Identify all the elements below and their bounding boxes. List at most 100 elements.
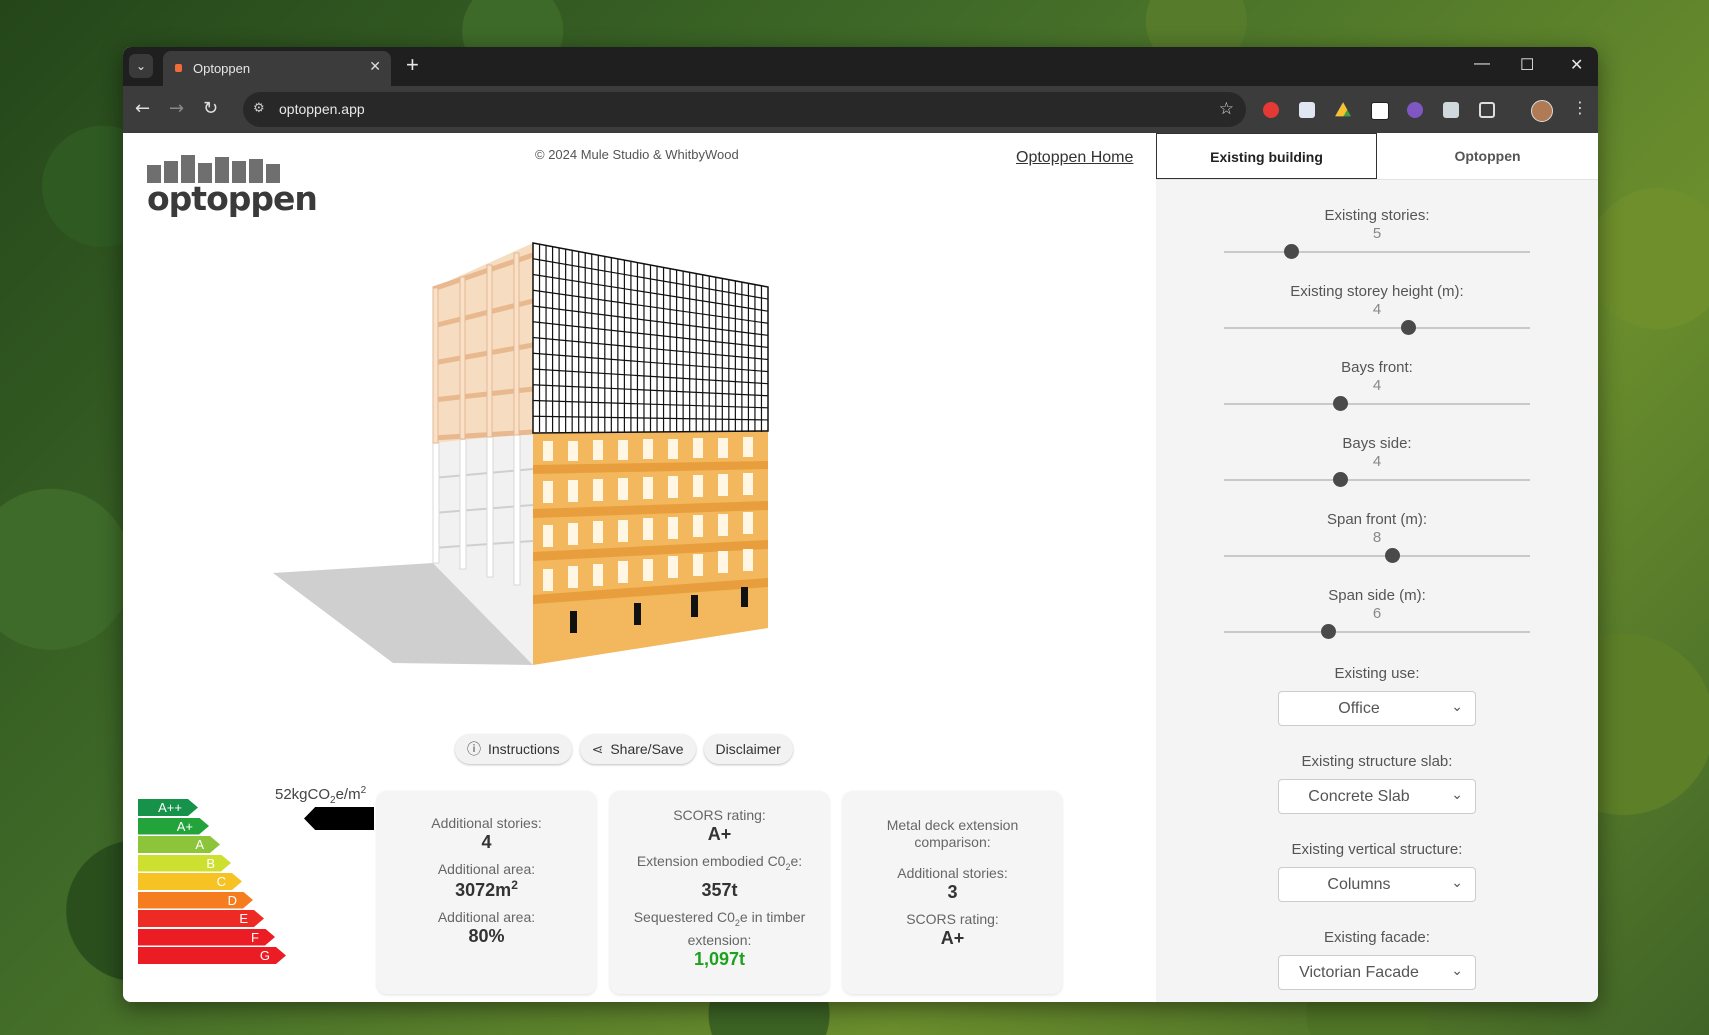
close-window-icon[interactable]: ✕ — [1570, 55, 1583, 75]
embodied-label: Extension embodied C02e: — [636, 853, 803, 872]
rating-bar-label: D — [227, 892, 237, 908]
scors-rating-value: A+ — [707, 824, 732, 844]
rating-bar-label: G — [259, 948, 270, 963]
rating-bar-label: C — [216, 874, 226, 889]
rating-bar: B — [138, 855, 231, 872]
select-control: Existing vertical structure: Columns ⌄ — [1156, 841, 1598, 902]
slider-value: 4 — [1372, 453, 1382, 470]
select-dropdown[interactable]: Office ⌄ — [1278, 691, 1476, 726]
select-value: Office — [1338, 700, 1380, 717]
instructions-button[interactable]: ⓘ Instructions — [455, 734, 572, 764]
address-bar[interactable]: ⚙ optoppen.app ☆ — [243, 92, 1246, 127]
embodied-value: 357t — [701, 879, 738, 900]
rating-bar: A+ — [138, 818, 209, 835]
panel-tabs: Existing building Optoppen — [1156, 133, 1598, 180]
comparison-stories-label: Additional stories: — [897, 865, 1008, 881]
select-value: Concrete Slab — [1308, 788, 1410, 805]
rating-bar-label: A — [195, 837, 204, 852]
browser-tab[interactable]: Optoppen ✕ — [163, 51, 391, 86]
additional-stories-label: Additional stories: — [431, 815, 542, 831]
select-label: Existing facade: — [1324, 929, 1430, 946]
chevron-down-icon: ⌄ — [1451, 786, 1463, 802]
google-drive-icon[interactable] — [1335, 102, 1351, 117]
forward-icon[interactable]: → — [169, 98, 184, 119]
extension-windows-icon[interactable] — [1443, 102, 1459, 118]
slider-label: Span side (m): — [1328, 587, 1426, 604]
select-value: Victorian Facade — [1299, 964, 1419, 981]
share-label: Share/Save — [610, 741, 684, 757]
bookmark-star-icon[interactable]: ☆ — [1219, 99, 1234, 119]
rating-bar: D — [138, 892, 253, 909]
tab-search-icon[interactable]: ⌄ — [129, 54, 153, 78]
slider-track[interactable] — [1224, 624, 1530, 639]
back-icon[interactable]: ← — [135, 98, 150, 119]
slider-control: Bays front: 4 — [1156, 359, 1598, 411]
logo-text: optoppen — [147, 179, 318, 218]
chevron-down-icon: ⌄ — [1451, 874, 1463, 890]
site-info-icon[interactable]: ⚙ — [253, 101, 265, 116]
rating-bar: A++ — [138, 799, 198, 816]
slider-handle[interactable] — [1284, 244, 1300, 259]
select-dropdown[interactable]: Columns ⌄ — [1278, 867, 1476, 902]
slider-track[interactable] — [1224, 320, 1530, 335]
profile-avatar[interactable] — [1531, 100, 1553, 122]
additional-stories-value: 4 — [481, 832, 492, 852]
reload-icon[interactable]: ↻ — [203, 98, 218, 119]
slider-value: 4 — [1372, 377, 1382, 394]
rating-bar: F — [138, 929, 275, 946]
share-icon: ⋖ — [591, 740, 604, 757]
sequestered-value: 1,097t — [693, 948, 746, 969]
rating-bar-label: B — [206, 855, 215, 871]
disclaimer-button[interactable]: Disclaimer — [703, 734, 793, 764]
slider-track[interactable] — [1224, 548, 1530, 563]
favicon-icon — [175, 64, 182, 72]
tab-optoppen[interactable]: Optoppen — [1377, 133, 1598, 179]
slider-handle[interactable] — [1333, 472, 1349, 487]
comparison-rating-value: A+ — [940, 928, 965, 948]
energy-rating-card: 52kgCO2e/m2 A++ A+ A B C D E F G — [137, 785, 374, 994]
comparison-stories-value: 3 — [947, 882, 958, 902]
share-save-button[interactable]: ⋖ Share/Save — [579, 734, 696, 764]
slider-handle[interactable] — [1385, 548, 1401, 563]
additional-area-pct-label: Additional area: — [437, 909, 536, 925]
maximize-icon[interactable]: ☐ — [1520, 55, 1534, 75]
browser-menu-icon[interactable]: ⋮ — [1572, 98, 1588, 117]
slider-handle[interactable] — [1400, 320, 1416, 335]
close-tab-icon[interactable]: ✕ — [369, 59, 381, 75]
slider-control: Existing storey height (m): 4 — [1156, 283, 1598, 335]
tab-existing-building[interactable]: Existing building — [1156, 133, 1377, 179]
extensions-puzzle-icon[interactable] — [1479, 102, 1495, 118]
extension-doc-icon[interactable] — [1299, 102, 1315, 118]
select-label: Existing structure slab: — [1301, 753, 1453, 770]
slider-track[interactable] — [1224, 244, 1530, 259]
notion-icon[interactable] — [1371, 102, 1389, 120]
new-tab-button[interactable]: + — [406, 52, 419, 78]
info-icon: ⓘ — [467, 741, 481, 757]
slider-value: 4 — [1372, 301, 1382, 318]
slider-handle[interactable] — [1333, 396, 1349, 411]
slider-control: Bays side: 4 — [1156, 435, 1598, 487]
tab-strip: ⌄ Optoppen ✕ + — ☐ ✕ — [123, 47, 1598, 86]
slider-track[interactable] — [1224, 396, 1530, 411]
minimize-icon[interactable]: — — [1474, 55, 1490, 73]
browser-toolbar: ← → ↻ ⚙ optoppen.app ☆ ⋮ — [123, 86, 1598, 133]
url-text[interactable]: optoppen.app — [279, 101, 365, 117]
extension-bracket-icon[interactable] — [1407, 102, 1423, 118]
slider-track[interactable] — [1224, 472, 1530, 487]
scors-rating-label: SCORS rating: — [673, 807, 766, 823]
rating-bar-label: E — [239, 911, 248, 926]
home-link[interactable]: Optoppen Home — [1016, 149, 1133, 167]
select-dropdown[interactable]: Concrete Slab ⌄ — [1278, 779, 1476, 814]
additional-area-label: Additional area: — [437, 861, 536, 877]
extension-stop-icon[interactable] — [1263, 102, 1279, 118]
additional-area-pct-value: 80% — [468, 926, 505, 946]
scors-card: SCORS rating: A+ Extension embodied C02e… — [610, 791, 829, 994]
building-3d-model[interactable] — [263, 233, 853, 718]
select-dropdown[interactable]: Victorian Facade ⌄ — [1278, 955, 1476, 990]
slider-handle[interactable] — [1321, 624, 1337, 639]
select-control: Existing use: Office ⌄ — [1156, 665, 1598, 726]
slider-value: 8 — [1372, 529, 1382, 546]
slider-label: Span front (m): — [1326, 511, 1428, 528]
extension-stats-card: Additional stories: 4 Additional area: 3… — [377, 791, 596, 994]
rating-bar-label: F — [251, 929, 259, 945]
